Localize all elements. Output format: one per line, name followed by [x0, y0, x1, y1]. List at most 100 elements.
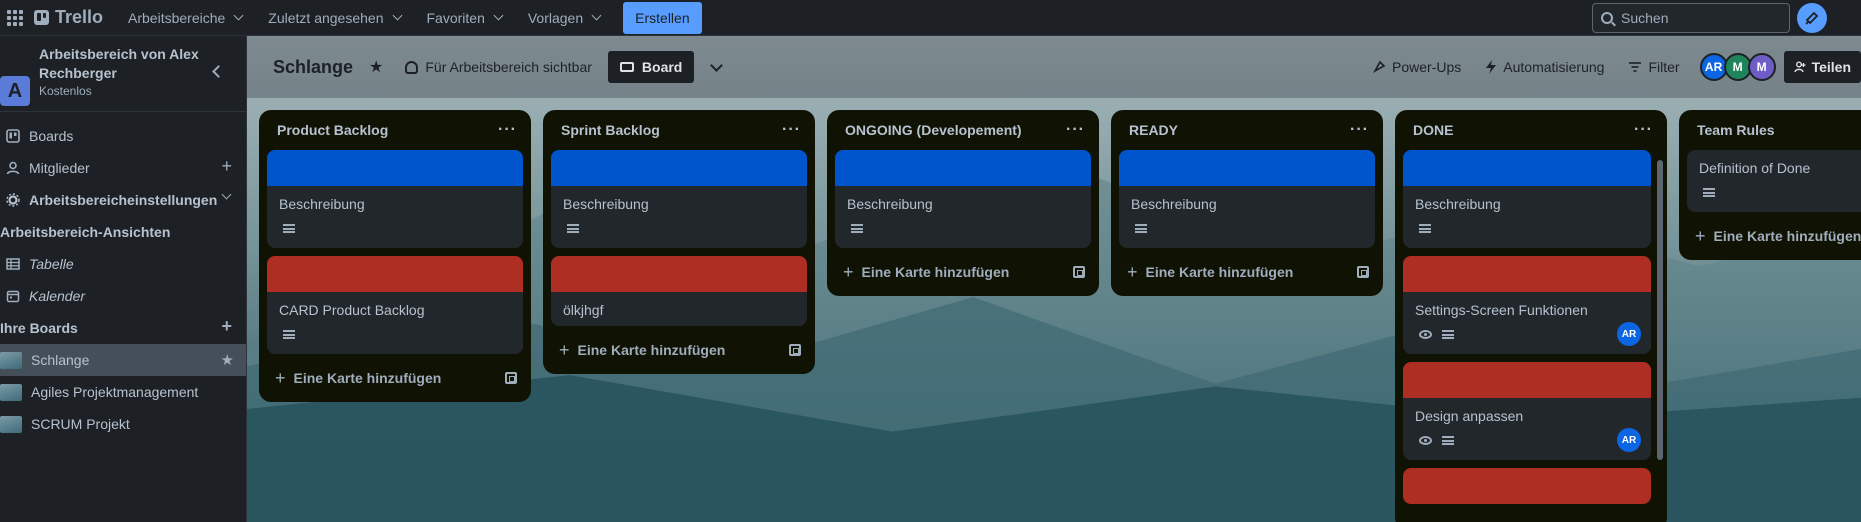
sidebar-item-boards[interactable]: Boards: [0, 120, 246, 152]
share-button[interactable]: Teilen: [1783, 51, 1861, 83]
template-icon[interactable]: [1357, 266, 1369, 278]
workspace-name[interactable]: Arbeitsbereich von Alex Rechberger: [39, 45, 199, 83]
sidebar-item-members[interactable]: Mitglieder +: [0, 152, 246, 184]
add-card-label: Eine Karte hinzufügen: [1713, 228, 1861, 244]
card-title: Beschreibung: [1415, 196, 1501, 212]
workspace-header: A Arbeitsbereich von Alex Rechberger Kos…: [0, 36, 246, 112]
list-header: READY ···: [1111, 110, 1383, 150]
board-thumbnail: [0, 351, 22, 369]
list-done: DONE ··· Beschreibung Settings-Screen Fu…: [1395, 110, 1667, 522]
create-button[interactable]: Erstellen: [623, 1, 702, 34]
nav-workspaces-dropdown[interactable]: Arbeitsbereiche: [115, 2, 255, 34]
table-icon: [6, 257, 20, 271]
card[interactable]: Beschreibung: [551, 150, 807, 248]
card[interactable]: CARD Product Backlog: [267, 256, 523, 354]
add-board-icon[interactable]: +: [221, 316, 232, 337]
workspace-avatar[interactable]: A: [0, 76, 30, 106]
add-card-button[interactable]: + Eine Karte hinzufügen: [543, 334, 815, 366]
board-icon: [6, 129, 20, 143]
card[interactable]: [1403, 468, 1651, 504]
card-body: ölkjhgf: [551, 292, 807, 326]
more-icon[interactable]: ···: [782, 121, 801, 139]
add-card-button[interactable]: + Eine Karte hinzufügen: [827, 256, 1099, 288]
template-icon[interactable]: [789, 344, 801, 356]
card[interactable]: Definition of Done: [1687, 150, 1861, 212]
sidebar-item-label: Boards: [29, 128, 74, 144]
search-icon: [1601, 12, 1613, 24]
nav-recent-dropdown[interactable]: Zuletzt angesehen: [255, 2, 413, 34]
card[interactable]: Design anpassen AR: [1403, 362, 1651, 460]
more-icon[interactable]: ···: [1634, 121, 1653, 139]
more-icon[interactable]: ···: [1066, 121, 1085, 139]
add-card-label: Eine Karte hinzufügen: [1145, 264, 1294, 280]
sidebar-item-table[interactable]: Tabelle: [0, 248, 246, 280]
add-card-button[interactable]: + Eine Karte hinzufügen: [1679, 220, 1861, 252]
card-badges: [1415, 216, 1639, 240]
visibility-button[interactable]: Für Arbeitsbereich sichtbar: [405, 59, 592, 75]
more-icon[interactable]: ···: [1350, 121, 1369, 139]
nav-templates-dropdown[interactable]: Vorlagen: [515, 2, 613, 34]
card-cover: [267, 256, 523, 292]
add-card-button[interactable]: + Eine Karte hinzufügen: [1111, 256, 1383, 288]
list-ready: READY ··· Beschreibung + Eine Karte hinz…: [1111, 110, 1383, 296]
chevron-down-icon[interactable]: [710, 58, 724, 72]
plus-icon: +: [559, 339, 570, 360]
filter-button[interactable]: Filter: [1628, 59, 1680, 75]
add-card-label: Eine Karte hinzufügen: [577, 342, 726, 358]
sidebar-board-schlange[interactable]: Schlange ★: [0, 344, 246, 376]
nav-starred-dropdown[interactable]: Favoriten: [414, 2, 515, 34]
card[interactable]: ölkjhgf: [551, 256, 807, 326]
board-label: SCRUM Projekt: [31, 416, 130, 432]
automation-button[interactable]: Automatisierung: [1485, 59, 1604, 75]
more-icon[interactable]: ···: [498, 121, 517, 139]
chevron-down-icon[interactable]: [221, 189, 232, 200]
list-title[interactable]: ONGOING (Developement): [845, 122, 1022, 138]
list-scrollbar[interactable]: [1657, 160, 1663, 460]
logo-text: Trello: [55, 7, 104, 27]
card[interactable]: Beschreibung: [1403, 150, 1651, 248]
app-switcher-icon[interactable]: [4, 7, 26, 29]
top-nav-menu: Arbeitsbereiche Zuletzt angesehen Favori…: [115, 2, 613, 34]
card-member-avatar[interactable]: AR: [1617, 428, 1641, 452]
template-icon[interactable]: [505, 372, 517, 384]
power-ups-button[interactable]: Power-Ups: [1372, 59, 1461, 75]
trello-logo[interactable]: Trello: [34, 7, 103, 28]
plus-icon: +: [1127, 261, 1138, 282]
board-view-button[interactable]: Board: [607, 51, 695, 83]
search-input[interactable]: Suchen: [1592, 3, 1790, 33]
card[interactable]: Beschreibung: [1119, 150, 1375, 248]
card[interactable]: Beschreibung: [267, 150, 523, 248]
member-avatar[interactable]: M: [1747, 53, 1776, 81]
sidebar-board-scrum[interactable]: SCRUM Projekt: [0, 408, 246, 440]
list-title[interactable]: READY: [1129, 122, 1178, 138]
card-title: Design anpassen: [1415, 408, 1524, 424]
add-member-icon[interactable]: +: [221, 156, 232, 177]
sidebar-board-agile[interactable]: Agiles Projektmanagement: [0, 376, 246, 408]
add-card-button[interactable]: + Eine Karte hinzufügen: [259, 362, 531, 394]
workspace-sidebar: A Arbeitsbereich von Alex Rechberger Kos…: [0, 36, 247, 522]
collapse-sidebar-button[interactable]: [210, 64, 224, 78]
list-title[interactable]: DONE: [1413, 122, 1453, 138]
list-header: Team Rules: [1679, 110, 1861, 150]
notifications-button[interactable]: [1797, 3, 1827, 33]
board-title[interactable]: Schlange: [273, 57, 353, 78]
star-icon[interactable]: ★: [221, 351, 234, 369]
sidebar-item-label: Arbeitsbereicheinstellungen: [29, 192, 218, 208]
card-body: CARD Product Backlog: [267, 292, 523, 354]
sidebar-item-settings[interactable]: Arbeitsbereicheinstellungen: [0, 184, 246, 216]
card-cover: [835, 150, 1091, 186]
list-title[interactable]: Sprint Backlog: [561, 122, 660, 138]
card-cover: [551, 256, 807, 292]
trello-logo-icon: [34, 10, 49, 25]
card[interactable]: Beschreibung: [835, 150, 1091, 248]
list-title[interactable]: Product Backlog: [277, 122, 388, 138]
board-label: Schlange: [31, 352, 90, 368]
star-icon[interactable]: ★: [369, 57, 383, 77]
card-member-avatar[interactable]: AR: [1617, 322, 1641, 346]
add-person-icon: [1793, 61, 1806, 73]
template-icon[interactable]: [1073, 266, 1085, 278]
card[interactable]: Settings-Screen Funktionen AR: [1403, 256, 1651, 354]
sidebar-item-calendar[interactable]: Kalender: [0, 280, 246, 312]
top-navigation-bar: Trello Arbeitsbereiche Zuletzt angesehen…: [0, 0, 1861, 36]
list-title[interactable]: Team Rules: [1697, 122, 1775, 138]
